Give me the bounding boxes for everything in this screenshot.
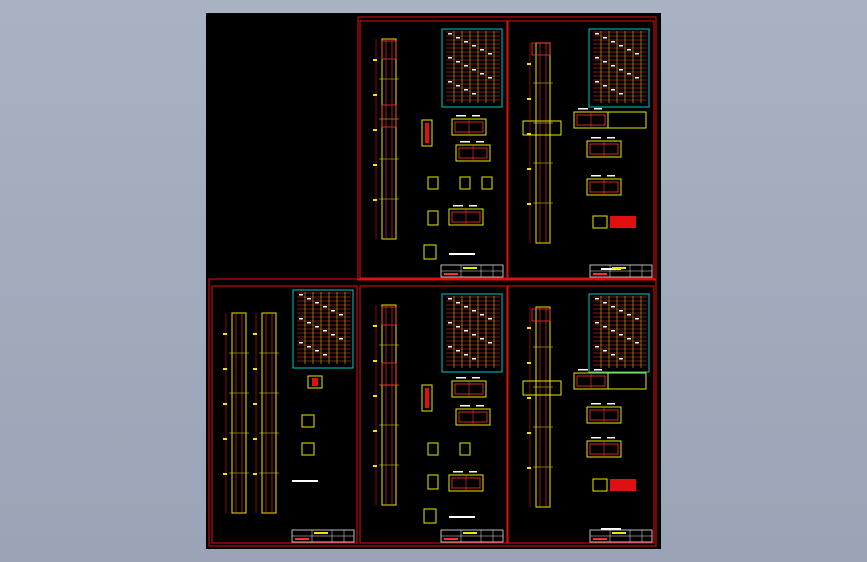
rebar-table bbox=[441, 293, 503, 373]
column-elevation bbox=[372, 38, 400, 240]
rebar-table bbox=[441, 28, 503, 108]
title-block bbox=[440, 264, 504, 278]
sheet-top-middle-content bbox=[372, 28, 504, 278]
title-block bbox=[291, 529, 355, 543]
title-block bbox=[589, 529, 653, 543]
drawing-layer bbox=[208, 16, 657, 547]
title-block bbox=[440, 529, 504, 543]
sheet-bottom-left-content bbox=[222, 289, 355, 543]
column-elevation bbox=[526, 306, 554, 508]
rebar-table bbox=[292, 289, 354, 369]
sheet-top-right-content bbox=[522, 28, 653, 278]
sheet-bottom-middle-content bbox=[372, 293, 504, 543]
cad-model-space[interactable] bbox=[206, 13, 661, 549]
rebar-table bbox=[588, 28, 650, 108]
column-elevation bbox=[526, 42, 554, 244]
sheet-bottom-right-content bbox=[522, 293, 653, 543]
rebar-table bbox=[588, 293, 650, 373]
column-elevation-b bbox=[252, 312, 280, 514]
sheet-bottom-left bbox=[211, 285, 358, 544]
column-elevation-a bbox=[222, 312, 250, 514]
column-elevation bbox=[372, 304, 400, 506]
title-block bbox=[589, 264, 653, 278]
